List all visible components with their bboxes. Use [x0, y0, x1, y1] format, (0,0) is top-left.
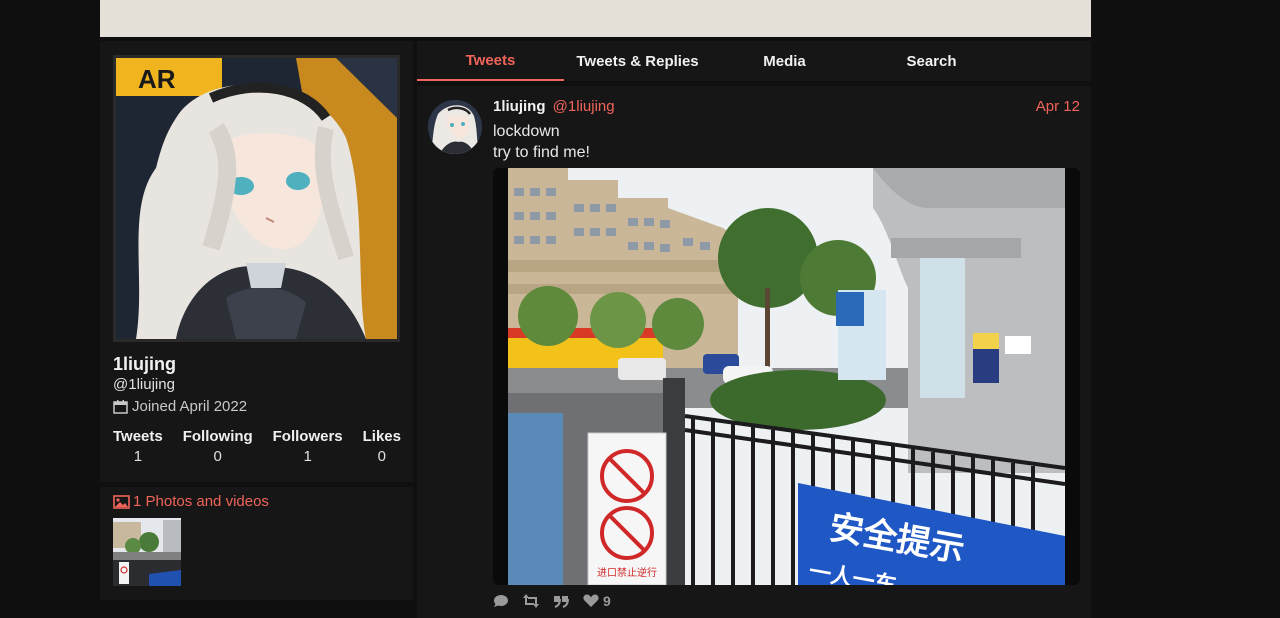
retweet-button[interactable] [523, 594, 539, 608]
tweet-header: 1liujing @1liujing [493, 98, 615, 115]
stat-tweets[interactable]: Tweets 1 [113, 428, 163, 465]
stat-value: 0 [377, 448, 386, 465]
like-count: 9 [603, 593, 611, 609]
tab-search[interactable]: Search [858, 41, 1005, 81]
stat-following[interactable]: Following 0 [183, 428, 253, 465]
tweet-avatar[interactable] [428, 100, 482, 154]
svg-text:进口禁止逆行: 进口禁止逆行 [597, 566, 657, 579]
quote-button[interactable] [553, 595, 569, 608]
tab-spacer [1005, 41, 1091, 81]
media-thumbnail[interactable] [113, 518, 181, 586]
tweet-actions: 9 [493, 593, 611, 609]
calendar-icon [113, 399, 128, 414]
tweet: 1liujing @1liujing Apr 12 lockdown try t… [417, 86, 1091, 618]
reply-button[interactable] [493, 594, 509, 608]
profile-card: AR 1liujing @1liujing Joined April 2022 … [100, 41, 413, 482]
profile-banner [100, 0, 1091, 37]
tweet-author-handle[interactable]: @1liujing [553, 98, 615, 115]
stat-likes[interactable]: Likes 0 [363, 428, 401, 465]
media-title-text: 1 Photos and videos [133, 493, 269, 510]
tweet-photo[interactable]: 进口禁止逆行 安全提示 一人一车 [493, 168, 1080, 585]
reply-icon [493, 594, 509, 608]
profile-joined: Joined April 2022 [113, 398, 247, 415]
tweet-date[interactable]: Apr 12 [1036, 98, 1080, 115]
profile-stats: Tweets 1 Following 0 Followers 1 Likes 0 [113, 428, 401, 465]
image-icon [113, 494, 130, 509]
stat-value: 1 [303, 448, 312, 465]
tab-bar: Tweets Tweets & Replies Media Search [417, 41, 1091, 81]
tab-tweets-replies[interactable]: Tweets & Replies [564, 41, 711, 81]
tab-media[interactable]: Media [711, 41, 858, 81]
stat-label: Followers [272, 428, 343, 445]
like-button[interactable]: 9 [583, 593, 611, 609]
tweet-text: lockdown try to find me! [493, 121, 590, 163]
stat-value: 1 [133, 448, 143, 465]
tweet-text-line: try to find me! [493, 144, 590, 161]
profile-handle: @1liujing [113, 376, 175, 393]
quote-icon [553, 595, 569, 608]
media-card: 1 Photos and videos [100, 487, 413, 600]
stat-label: Following [182, 428, 253, 445]
stat-label: Tweets [113, 428, 163, 445]
tweet-author-name[interactable]: 1liujing [493, 98, 546, 115]
stat-label: Likes [362, 428, 401, 445]
stat-value: 0 [213, 448, 222, 465]
svg-text:AR: AR [138, 64, 176, 94]
heart-icon [583, 594, 599, 608]
tweet-text-line: lockdown [493, 123, 560, 140]
profile-joined-text: Joined April 2022 [132, 398, 248, 415]
stat-followers[interactable]: Followers 1 [273, 428, 343, 465]
media-link[interactable]: 1 Photos and videos [113, 493, 269, 510]
tab-tweets[interactable]: Tweets [417, 41, 564, 81]
profile-name: 1liujing [113, 354, 176, 374]
profile-avatar[interactable]: AR [113, 55, 400, 342]
retweet-icon [523, 594, 539, 608]
